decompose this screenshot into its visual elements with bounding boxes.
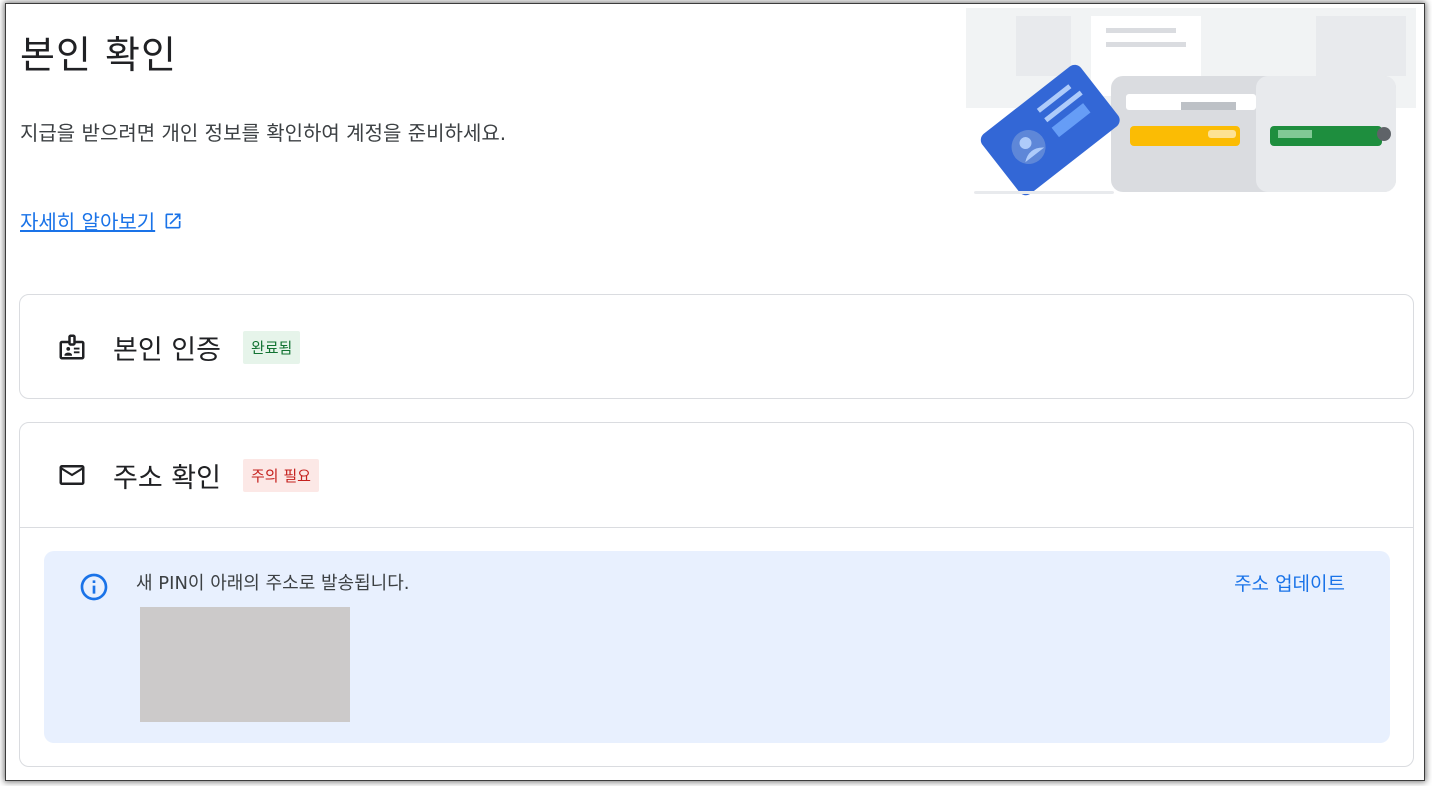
wallet-illustration	[966, 8, 1416, 196]
learn-more-link[interactable]: 자세히 알아보기	[20, 206, 183, 235]
page-description: 지급을 받으려면 개인 정보를 확인하여 계정을 준비하세요.	[20, 121, 507, 145]
info-icon	[80, 573, 108, 601]
identity-card-header: 본인 인증 완료됨	[20, 295, 1413, 399]
address-card-header[interactable]: 주소 확인 주의 필요	[20, 423, 1413, 527]
open-in-new-icon	[165, 213, 181, 228]
learn-more-label: 자세히 알아보기	[20, 210, 156, 234]
update-address-link[interactable]: 주소 업데이트	[1234, 569, 1345, 596]
status-badge-attention: 주의 필요	[242, 458, 319, 492]
page-frame: 본인 확인 지급을 받으려면 개인 정보를 확인하여 계정을 준비하세요. 자세…	[6, 4, 1424, 780]
pin-notice-message: 새 PIN이 아래의 주소로 발송됩니다.	[136, 573, 410, 594]
status-badge-complete: 완료됨	[242, 330, 301, 364]
page-title: 본인 확인	[20, 33, 177, 77]
address-verification-card: 주소 확인 주의 필요 새 PIN이 아래의 주소로 발송됩니다. 주소 업데이…	[19, 422, 1414, 767]
mail-icon	[56, 459, 88, 491]
identity-card-title: 본인 인증	[113, 334, 221, 366]
divider	[20, 527, 1413, 528]
address-card-title: 주소 확인	[113, 462, 221, 494]
identity-verification-card[interactable]: 본인 인증 완료됨	[19, 294, 1414, 399]
id-badge-icon	[56, 331, 88, 363]
pin-notice-panel: 새 PIN이 아래의 주소로 발송됩니다. 주소 업데이트	[44, 551, 1390, 743]
redacted-address-block	[140, 607, 350, 722]
